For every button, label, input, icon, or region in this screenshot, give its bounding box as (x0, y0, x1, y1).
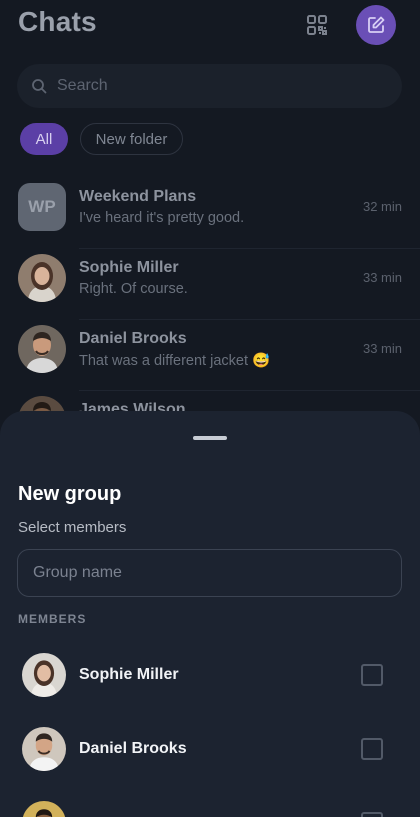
avatar (18, 254, 66, 302)
compose-button[interactable] (356, 5, 396, 45)
member-row[interactable] (0, 794, 420, 817)
chat-row-sophie-miller[interactable]: Sophie Miller Right. Of course. 33 min (0, 249, 420, 320)
chat-preview: Right. Of course. (79, 281, 188, 297)
chat-row-weekend-plans[interactable]: WP Weekend Plans I've heard it's pretty … (0, 178, 420, 249)
avatar (18, 325, 66, 373)
header: Chats (0, 0, 420, 50)
member-checkbox[interactable] (361, 664, 383, 686)
member-checkbox[interactable] (361, 812, 383, 817)
member-checkbox[interactable] (361, 738, 383, 760)
search-bar[interactable] (17, 64, 402, 108)
chats-screen: Chats All New folder WP Weeken (0, 0, 420, 817)
chat-row-daniel-brooks[interactable]: Daniel Brooks That was a different jacke… (0, 320, 420, 391)
drag-handle[interactable] (193, 436, 227, 440)
chat-time: 33 min (362, 270, 402, 285)
edit-icon (368, 16, 385, 33)
folder-tabs: All New folder (20, 123, 183, 155)
member-row-daniel-brooks[interactable]: Daniel Brooks (0, 720, 420, 780)
sheet-title: New group (18, 483, 122, 505)
avatar (22, 727, 66, 771)
new-group-sheet: New group Select members MEMBERS Sophie … (0, 411, 420, 817)
search-icon (32, 79, 47, 94)
chat-time: 33 min (362, 341, 402, 356)
member-name: Daniel Brooks (79, 740, 187, 757)
page-title: Chats (18, 6, 97, 37)
chat-preview: That was a different jacket 😅 (79, 353, 271, 369)
chat-time: 32 min (362, 199, 402, 214)
search-input[interactable] (57, 77, 357, 95)
avatar (22, 801, 66, 817)
chat-name: Sophie Miller (79, 259, 179, 276)
member-name: Sophie Miller (79, 666, 179, 683)
sheet-subtitle: Select members (18, 519, 127, 536)
members-section-label: MEMBERS (18, 612, 87, 626)
folder-chip-new-folder[interactable]: New folder (80, 123, 183, 155)
qr-code-icon[interactable] (306, 14, 328, 36)
chat-preview: I've heard it's pretty good. (79, 210, 245, 226)
chat-name: Daniel Brooks (79, 330, 187, 347)
group-name-input[interactable] (17, 549, 402, 597)
folder-chip-all[interactable]: All (20, 123, 68, 155)
member-row-sophie-miller[interactable]: Sophie Miller (0, 646, 420, 706)
avatar: WP (18, 183, 66, 231)
avatar (22, 653, 66, 697)
chat-name: Weekend Plans (79, 188, 197, 205)
